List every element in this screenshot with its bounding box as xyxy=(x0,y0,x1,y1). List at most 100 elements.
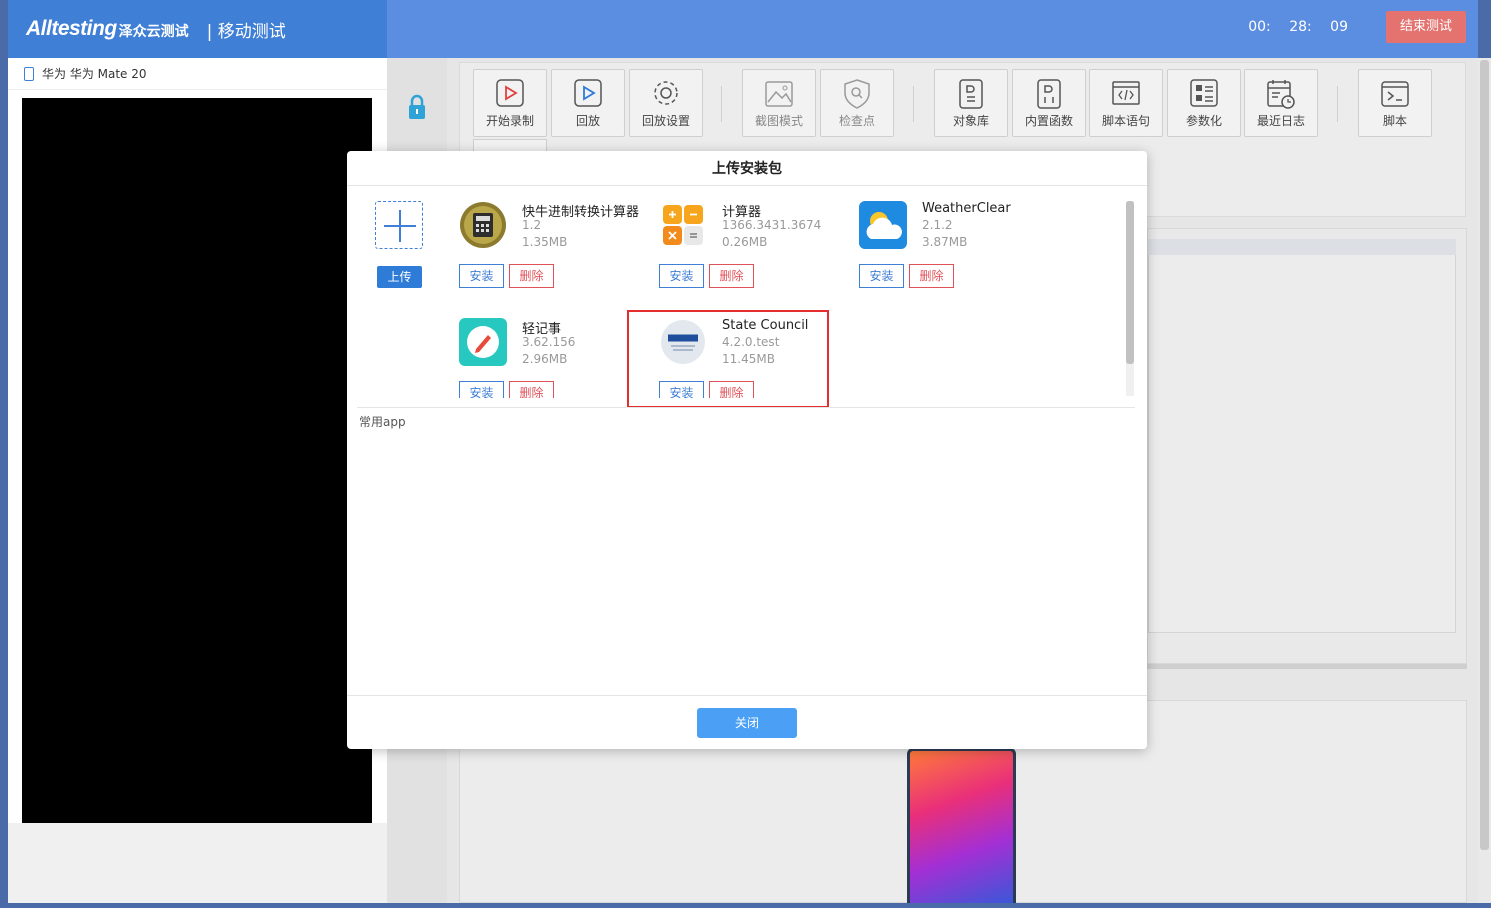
add-package-button[interactable] xyxy=(375,201,423,249)
parameterize-label: 参数化 xyxy=(1185,114,1222,128)
delete-button[interactable]: 删除 xyxy=(709,264,754,288)
package-version: 2.1.2 xyxy=(922,218,953,232)
gear-icon xyxy=(654,81,678,105)
screenshot-mode-button[interactable]: 截图模式 xyxy=(742,69,816,137)
header-bar: 00: 28: 09 结束测试 xyxy=(387,0,1478,58)
package-size: 3.87MB xyxy=(922,235,968,249)
package-card: 快牛进制转换计算器 1.2 1.35MB 安装 删除 xyxy=(459,201,649,306)
state-council-icon xyxy=(661,320,705,364)
bottom-edge xyxy=(0,903,1491,908)
document-icon xyxy=(959,79,983,109)
shield-search-icon xyxy=(844,79,870,109)
recent-logs-button[interactable]: 最近日志 xyxy=(1244,69,1318,137)
script-label: 脚本 xyxy=(1382,114,1407,128)
properties-header xyxy=(1148,239,1456,255)
upload-button[interactable]: 上传 xyxy=(377,266,422,288)
package-card: State Council 4.2.0.test 11.45MB 安装 删除 xyxy=(659,318,849,398)
dialog-footer-divider xyxy=(347,695,1147,696)
install-button[interactable]: 安装 xyxy=(659,381,704,398)
package-card: WeatherClear 2.1.2 3.87MB 安装 删除 xyxy=(859,201,1049,306)
device-screen[interactable] xyxy=(22,98,372,825)
package-list-scrollbar[interactable] xyxy=(1126,201,1134,396)
logo: Alltesting xyxy=(26,17,117,40)
delete-button[interactable]: 删除 xyxy=(709,381,754,398)
package-version: 1366.3431.3674 xyxy=(722,218,822,232)
script-button[interactable]: 脚本 xyxy=(1358,69,1432,137)
properties-content xyxy=(1148,239,1456,633)
checkpoint-button[interactable]: 检查点 xyxy=(820,69,894,137)
package-version: 1.2 xyxy=(522,218,542,232)
builtin-functions-label: 内置函数 xyxy=(1024,114,1073,128)
package-size: 0.26MB xyxy=(722,235,768,249)
record-icon xyxy=(496,79,524,107)
calculator-icon xyxy=(460,202,506,248)
device-panel: 华为 华为 Mate 20 xyxy=(8,58,387,903)
toolbar-divider xyxy=(721,86,722,122)
delete-button[interactable]: 删除 xyxy=(509,264,554,288)
function-doc-icon xyxy=(1037,79,1061,109)
code-window-icon xyxy=(1112,81,1140,105)
delete-button[interactable]: 删除 xyxy=(509,381,554,398)
script-statements-button[interactable]: 脚本语句 xyxy=(1089,69,1163,137)
object-library-button[interactable]: 对象库 xyxy=(934,69,1008,137)
package-list: 上传 快牛进制转换计算器 1.2 1.35MB 安装 删除 计算器 1366.3 xyxy=(347,186,1135,398)
common-apps-label: 常用app xyxy=(359,415,406,429)
install-button[interactable]: 安装 xyxy=(859,264,904,288)
start-record-button[interactable]: 开始录制 xyxy=(473,69,547,137)
package-version: 4.2.0.test xyxy=(722,335,780,349)
package-list-scrollbar-thumb[interactable] xyxy=(1126,201,1134,364)
package-size: 2.96MB xyxy=(522,352,568,366)
page-scrollbar-thumb[interactable] xyxy=(1480,60,1489,850)
object-library-label: 对象库 xyxy=(952,114,989,128)
playback-settings-label: 回放设置 xyxy=(641,114,690,128)
checkpoint-label: 检查点 xyxy=(838,114,875,128)
script-statements-label: 脚本语句 xyxy=(1101,114,1150,128)
terminal-icon xyxy=(1381,81,1409,107)
end-test-button[interactable]: 结束测试 xyxy=(1386,11,1466,43)
toolbar-divider xyxy=(1337,86,1338,122)
app-header: Alltesting 泽众云测试 | 移动测试 xyxy=(8,0,387,58)
playback-settings-button[interactable]: 回放设置 xyxy=(629,69,703,137)
install-button[interactable]: 安装 xyxy=(459,381,504,398)
panel-splitter[interactable] xyxy=(1147,664,1467,669)
recent-logs-label: 最近日志 xyxy=(1256,114,1305,128)
properties-panel xyxy=(1147,228,1467,664)
package-size: 1.35MB xyxy=(522,235,568,249)
package-name: State Council xyxy=(722,318,809,333)
close-button[interactable]: 关闭 xyxy=(697,708,797,738)
calculator-grid-icon xyxy=(663,205,703,245)
section-divider xyxy=(357,407,1135,408)
builtin-functions-button[interactable]: 内置函数 xyxy=(1012,69,1086,137)
install-button[interactable]: 安装 xyxy=(659,264,704,288)
device-title-bar: 华为 华为 Mate 20 xyxy=(8,58,387,90)
package-version: 3.62.156 xyxy=(522,335,576,349)
logo-cn: 泽众云测试 xyxy=(118,24,189,40)
screenshot-mode-label: 截图模式 xyxy=(754,114,803,128)
session-timer: 00: 28: 09 xyxy=(1248,19,1348,35)
playback-button[interactable]: 回放 xyxy=(551,69,625,137)
note-pencil-icon xyxy=(459,318,507,366)
image-icon xyxy=(765,81,793,107)
toolbar-divider xyxy=(913,86,914,122)
calendar-clock-icon xyxy=(1267,80,1295,109)
start-record-label: 开始录制 xyxy=(485,114,534,128)
playback-label: 回放 xyxy=(575,114,600,128)
install-button[interactable]: 安装 xyxy=(459,264,504,288)
section-title: | 移动测试 xyxy=(206,21,286,42)
play-icon xyxy=(574,79,602,107)
page-scrollbar[interactable] xyxy=(1478,58,1491,903)
package-card: 计算器 1366.3431.3674 0.26MB 安装 删除 xyxy=(659,201,849,306)
phone-icon xyxy=(24,66,34,81)
device-name: 华为 华为 Mate 20 xyxy=(42,67,147,81)
lock-icon[interactable] xyxy=(408,93,426,121)
phone-preview-image xyxy=(907,748,1016,903)
delete-button[interactable]: 删除 xyxy=(909,264,954,288)
package-name: WeatherClear xyxy=(922,201,1011,216)
grid-list-icon xyxy=(1190,79,1218,107)
dialog-title: 上传安装包 xyxy=(347,151,1147,186)
upload-package-dialog: 上传安装包 上传 快牛进制转换计算器 1.2 1.35MB 安装 删除 计算器 … xyxy=(347,151,1147,749)
package-card: 轻记事 3.62.156 2.96MB 安装 删除 xyxy=(459,318,649,398)
package-size: 11.45MB xyxy=(722,352,775,366)
device-footer xyxy=(8,823,387,903)
parameterize-button[interactable]: 参数化 xyxy=(1167,69,1241,137)
